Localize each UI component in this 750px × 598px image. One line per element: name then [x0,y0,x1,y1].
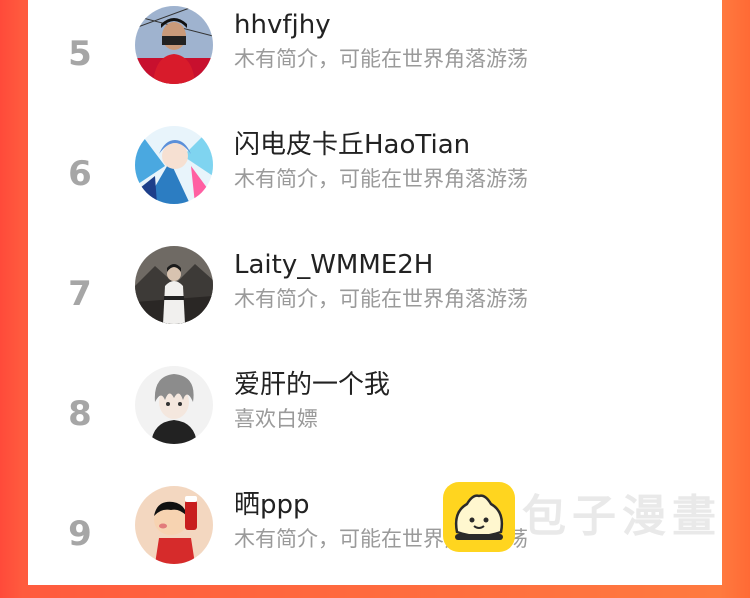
rank-number: 9 [68,514,92,554]
rank-number: 7 [68,274,92,314]
user-description: 木有简介，可能在世界角落游荡 [234,167,528,191]
avatar[interactable] [135,246,213,324]
user-name[interactable]: 晒ppp [234,488,310,522]
watermark-text: 包子漫畫 [522,491,722,542]
avatar-image [135,126,213,204]
avatar-image [135,246,213,324]
ranking-row[interactable]: 7 Laity_WMME2H 木有简介，可能在世界角落游荡 [28,238,722,358]
ranking-row[interactable]: 5 hhvfjhy 木有简介，可能在世界角落游荡 [28,0,722,118]
avatar-image [135,486,213,564]
user-name[interactable]: Laity_WMME2H [234,248,433,282]
user-name[interactable]: 闪电皮卡丘HaoTian [234,128,470,162]
avatar-image [135,366,213,444]
user-description: 木有简介，可能在世界角落游荡 [234,287,528,311]
avatar-image [135,6,213,84]
avatar[interactable] [135,6,213,84]
rank-number: 6 [68,154,92,194]
avatar[interactable] [135,126,213,204]
user-description: 木有简介，可能在世界角落游荡 [234,47,528,71]
ranking-card: 5 hhvfjhy 木有简介，可能在世界角落游荡 6 闪电皮卡丘HaoTian … [28,0,722,585]
user-description: 喜欢白嫖 [234,407,318,431]
ranking-row[interactable]: 6 闪电皮卡丘HaoTian 木有简介，可能在世界角落游荡 [28,118,722,238]
rank-number: 5 [68,34,92,74]
ranking-row[interactable]: 8 爱肝的一个我 喜欢白嫖 [28,358,722,478]
rank-number: 8 [68,394,92,434]
user-name[interactable]: hhvfjhy [234,8,331,42]
avatar[interactable] [135,366,213,444]
watermark-logo-icon [443,482,515,552]
user-name[interactable]: 爱肝的一个我 [234,368,390,402]
avatar[interactable] [135,486,213,564]
